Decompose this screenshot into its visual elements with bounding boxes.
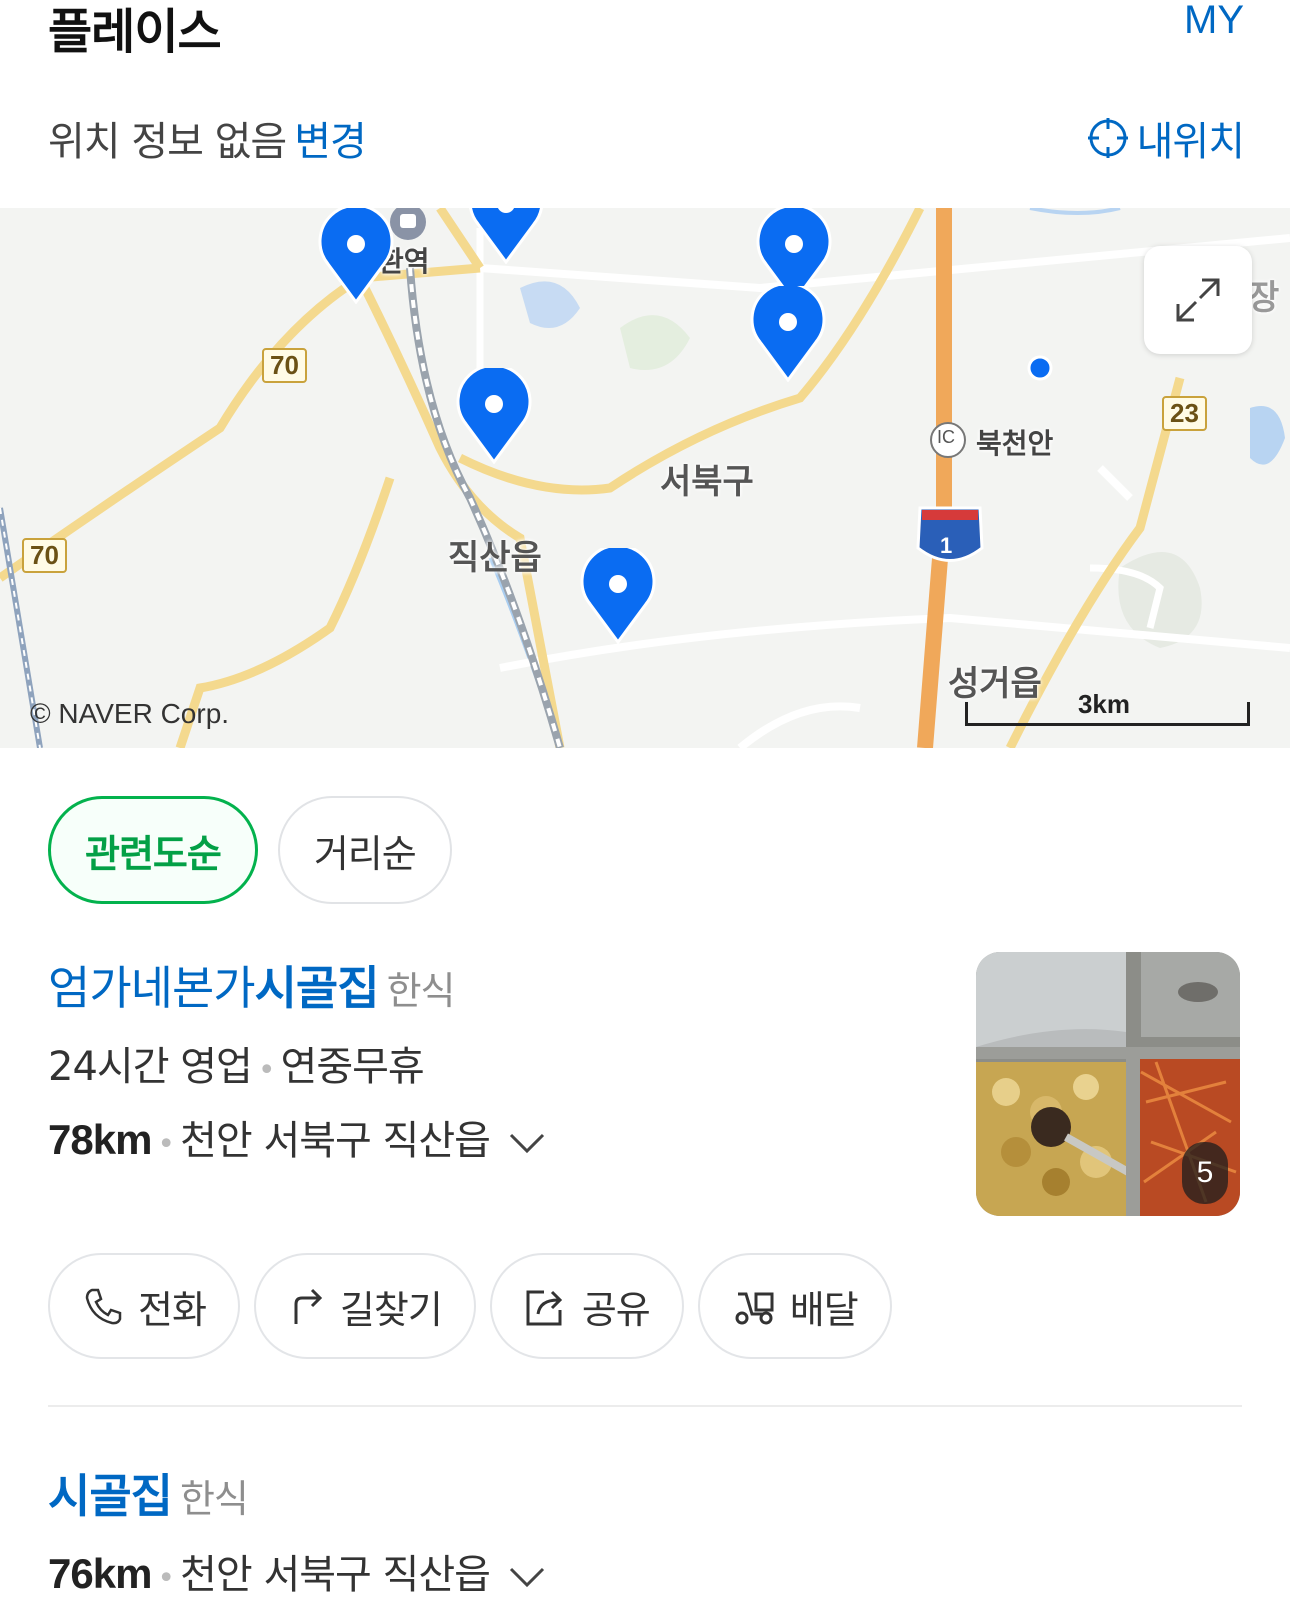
turn-arrow-icon	[294, 1288, 323, 1324]
directions-button[interactable]: 길찾기	[253, 1253, 476, 1359]
ic-badge: IC	[937, 427, 955, 447]
sort-relevance-chip[interactable]: 관련도순	[48, 796, 258, 904]
map-pin[interactable]	[318, 208, 394, 304]
place-name-highlight: 시골집	[48, 1469, 173, 1523]
route-badge-23: 23	[1162, 396, 1207, 431]
place-category: 한식	[386, 969, 456, 1013]
highway-number: 1	[940, 533, 953, 558]
map-label-edge: 장	[1248, 278, 1280, 318]
location-status-text: 위치 정보 없음	[48, 119, 287, 165]
my-location-label: 내위치	[1136, 119, 1245, 165]
map-copyright: © NAVER Corp.	[30, 698, 230, 729]
photo-count-badge: 5	[1182, 1142, 1228, 1204]
location-status: 위치 정보 없음 변경	[48, 109, 367, 167]
my-location-button[interactable]: 내위치	[1087, 109, 1245, 167]
delivery-label: 배달	[789, 1287, 859, 1332]
map-label-town: 직산읍	[448, 538, 542, 578]
place-category: 한식	[179, 1477, 249, 1521]
place-location[interactable]: 76km • 천안 서북구 직산읍	[48, 1542, 1242, 1600]
hours-text: 24시간 영업	[48, 1044, 253, 1090]
change-location-link[interactable]: 변경	[294, 119, 367, 165]
place-distance: 76km	[48, 1550, 152, 1597]
header: 플레이스 MY	[0, 0, 1290, 70]
delivery-button[interactable]: 배달	[697, 1253, 892, 1359]
crosshair-icon	[1087, 118, 1128, 158]
route-badge-70: 70	[262, 348, 307, 383]
map-label-ic: 북천안	[976, 427, 1054, 460]
map-pin[interactable]	[750, 286, 826, 382]
map-pin[interactable]	[468, 208, 544, 264]
page-title: 플레이스	[48, 4, 222, 60]
place-name-prefix: 엄가네본가	[48, 961, 256, 1015]
share-label: 공유	[581, 1287, 651, 1332]
place-name[interactable]: 시골집 한식	[48, 1460, 1242, 1526]
place-actions: 전화 길찾기 공유 배달	[48, 1253, 892, 1359]
map-pin[interactable]	[456, 368, 532, 464]
call-label: 전화	[138, 1287, 207, 1332]
my-button[interactable]: MY	[1184, 0, 1244, 43]
map-scale-bar	[965, 702, 1250, 726]
place-name-highlight: 시골집	[254, 961, 380, 1015]
place-item[interactable]: 시골집 한식 76km • 천안 서북구 직산읍	[48, 1460, 1242, 1600]
closed-days: 연중무휴	[280, 1044, 425, 1090]
delivery-scooter-icon	[735, 1292, 774, 1325]
expand-icon	[1176, 278, 1220, 322]
map-expand-button[interactable]	[1144, 246, 1252, 354]
divider	[48, 1405, 1242, 1407]
chevron-down-icon	[509, 1567, 544, 1588]
map-base	[0, 208, 1290, 748]
place-distance: 78km	[48, 1116, 152, 1163]
place-photo[interactable]: 5	[976, 952, 1240, 1216]
map-pin[interactable]	[580, 548, 656, 644]
call-button[interactable]: 전화	[48, 1253, 240, 1359]
map-label-town: 성거읍	[948, 664, 1042, 704]
map[interactable]: 70 70 23 1 IC 환역 서북구 직산읍 성거읍 북천안 장 © NAV…	[0, 208, 1290, 748]
sort-distance-chip[interactable]: 거리순	[277, 796, 452, 904]
place-address: 천안 서북구 직산읍	[180, 1552, 491, 1598]
place-address: 천안 서북구 직산읍	[180, 1118, 491, 1164]
chevron-down-icon	[509, 1133, 544, 1154]
phone-icon	[85, 1288, 122, 1325]
route-badge-70: 70	[22, 538, 67, 573]
directions-label: 길찾기	[339, 1287, 443, 1332]
map-label-district: 서북구	[660, 462, 754, 502]
location-bar: 위치 정보 없음 변경 내위치	[0, 105, 1290, 165]
sort-options: 관련도순 거리순	[48, 796, 452, 904]
share-icon	[526, 1290, 562, 1326]
share-button[interactable]: 공유	[489, 1253, 684, 1359]
